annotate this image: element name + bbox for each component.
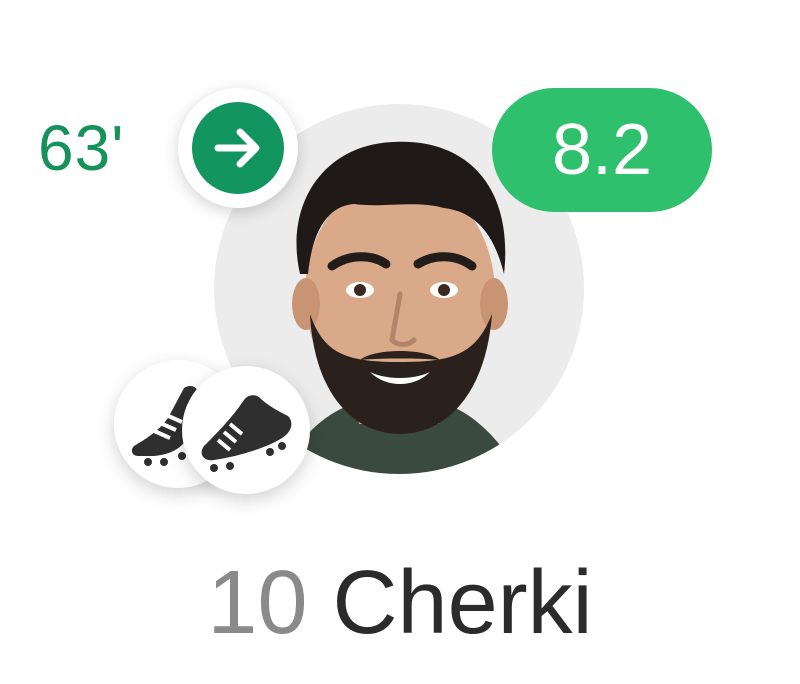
player-card[interactable]: 63' 8.2 10 Cherki	[0, 0, 800, 684]
substitution-badge	[178, 88, 298, 208]
assist-badge	[182, 366, 310, 494]
football-boot-icon	[201, 395, 292, 472]
player-rating-badge: 8.2	[492, 88, 712, 212]
substitution-minute: 63'	[38, 112, 125, 184]
player-name: Cherki	[332, 553, 593, 653]
arrow-right-icon	[214, 128, 260, 168]
player-name-line: 10 Cherki	[0, 548, 800, 658]
shirt-number: 10	[207, 553, 308, 653]
